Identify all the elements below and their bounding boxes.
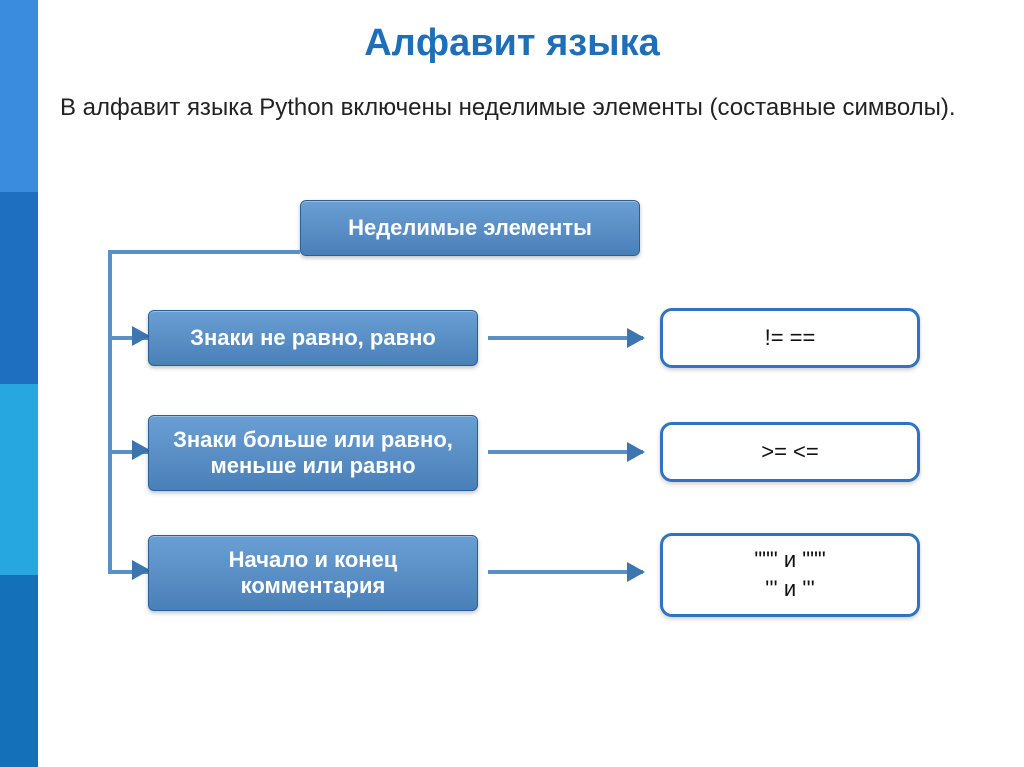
page-title: Алфавит языка <box>0 22 1024 65</box>
row-1-example-box: != == <box>660 308 920 368</box>
root-label: Неделимые элементы <box>348 215 592 241</box>
arrow-row-2 <box>488 450 643 454</box>
row-2-label: Знаки больше или равно, меньше или равно <box>173 427 453 479</box>
row-1-label-box: Знаки не равно, равно <box>148 310 478 366</box>
diagram-area: Неделимые элементы Знаки не равно, равно… <box>60 200 990 700</box>
row-1-example: != == <box>765 325 816 351</box>
arrow-row-3 <box>488 570 643 574</box>
arrow-row-1 <box>488 336 643 340</box>
row-3-label-box: Начало и конец комментария <box>148 535 478 611</box>
connector-row-3 <box>108 254 148 574</box>
row-3-label: Начало и конец комментария <box>229 547 398 599</box>
row-3-example: """ и """ ''' и ''' <box>754 546 825 603</box>
row-2-label-box: Знаки больше или равно, меньше или равно <box>148 415 478 491</box>
row-2-example: >= <= <box>761 439 819 465</box>
root-box: Неделимые элементы <box>300 200 640 256</box>
row-1-label: Знаки не равно, равно <box>190 325 436 351</box>
side-stripe <box>0 0 38 767</box>
intro-text: В алфавит языка Python включены неделимы… <box>60 92 994 124</box>
row-2-example-box: >= <= <box>660 422 920 482</box>
row-3-example-box: """ и """ ''' и ''' <box>660 533 920 617</box>
